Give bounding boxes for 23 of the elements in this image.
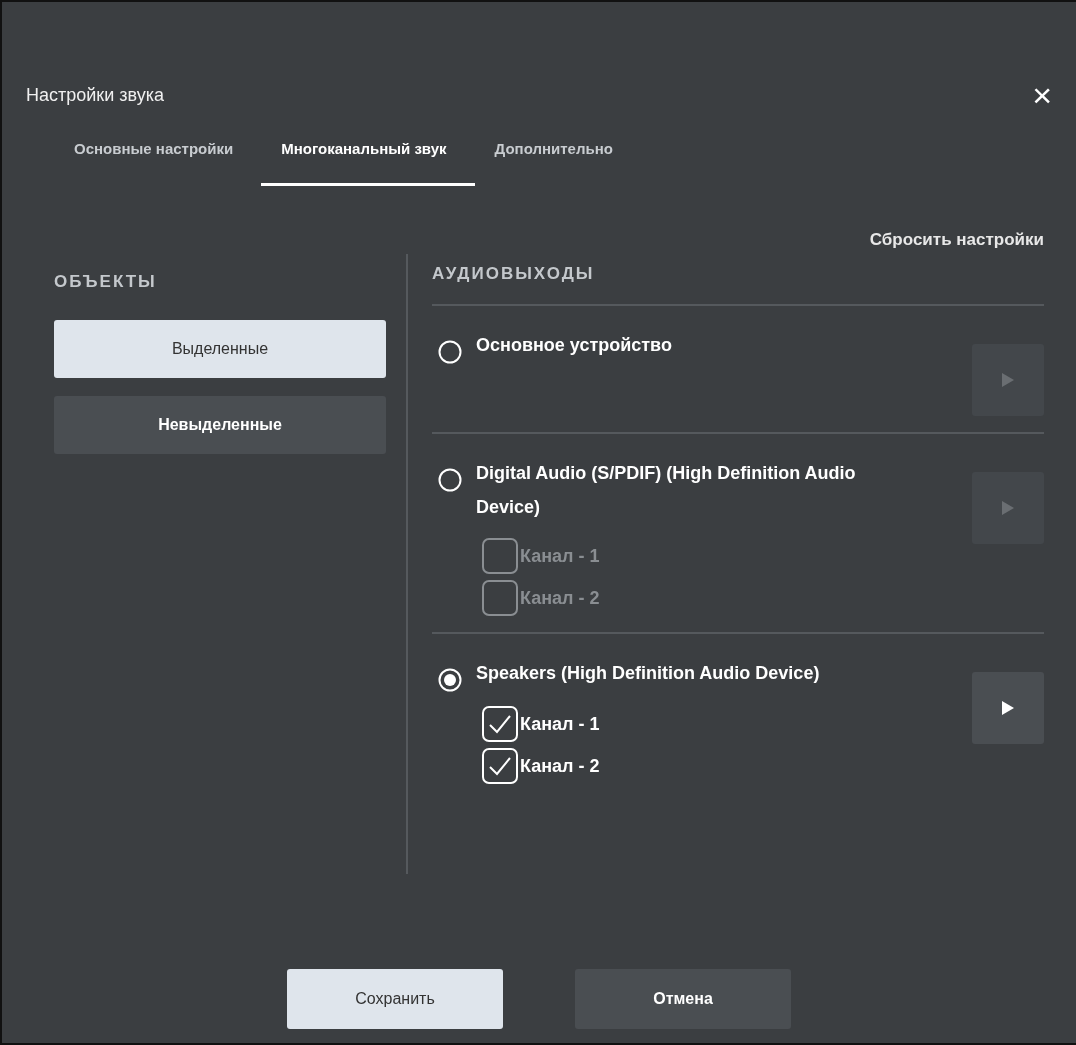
- tab[interactable]: Дополнительно: [474, 122, 641, 186]
- radio-button[interactable]: [438, 340, 462, 364]
- channel-label[interactable]: Канал - 2: [482, 748, 972, 784]
- dialog-title: Настройки звука: [26, 84, 164, 106]
- section-heading: ОБЪЕКТЫ: [54, 272, 158, 292]
- device-name: Digital Audio (S/PDIF) (High Definition Audio Device): [476, 462, 857, 519]
- section-heading: АУДИОВЫХОДЫ: [432, 254, 1044, 306]
- filter-option[interactable]: Невыделенные: [54, 396, 386, 454]
- play-icon: [1001, 700, 1015, 716]
- channel-label[interactable]: Канал - 1: [482, 706, 972, 742]
- save-button[interactable]: Сохранить: [287, 969, 503, 1029]
- tab[interactable]: Многоканальный звук: [261, 122, 475, 186]
- filter-option[interactable]: Выделенные: [54, 320, 386, 378]
- play-icon: [1001, 500, 1015, 516]
- reset-link[interactable]: Сбросить настройки: [869, 230, 1044, 250]
- radio-button[interactable]: [438, 468, 462, 492]
- tab[interactable]: Основные настройки: [54, 122, 262, 186]
- radio-button[interactable]: [438, 668, 462, 692]
- device-name: Speakers (High Definition Audio Device): [476, 662, 820, 685]
- device-name: Основное устройство: [476, 334, 672, 357]
- play-icon: [1001, 372, 1015, 388]
- cancel-button[interactable]: Отмена: [575, 969, 791, 1029]
- close-button[interactable]: ×: [1032, 80, 1052, 110]
